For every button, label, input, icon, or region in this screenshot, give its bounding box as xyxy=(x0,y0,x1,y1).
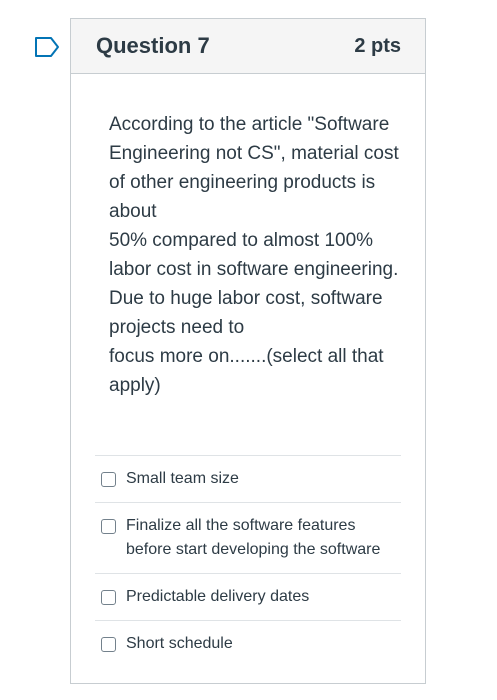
bookmark-flag-icon[interactable] xyxy=(34,36,60,58)
question-text-part-3: focus more on.......(select all that app… xyxy=(109,346,384,396)
question-text: According to the article "Software Engin… xyxy=(71,74,425,400)
checkbox-icon[interactable] xyxy=(101,472,116,487)
answer-label: Predictable delivery dates xyxy=(126,588,310,605)
question-text-part-2: 50% compared to almost 100% labor cost i… xyxy=(109,230,399,338)
checkbox-icon[interactable] xyxy=(101,519,116,534)
answer-option-finalize-features[interactable]: Finalize all the software features befor… xyxy=(95,503,401,574)
quiz-page: Question 7 2 pts According to the articl… xyxy=(0,0,497,700)
answer-option-short-schedule[interactable]: Short schedule xyxy=(95,621,401,667)
question-text-part-1: According to the article "Software Engin… xyxy=(109,114,399,222)
question-header: Question 7 2 pts xyxy=(71,19,425,74)
answer-option-small-team-size[interactable]: Small team size xyxy=(95,456,401,503)
question-title: Question 7 xyxy=(96,33,210,58)
answer-label: Short schedule xyxy=(126,635,233,652)
answer-label: Finalize all the software features befor… xyxy=(126,517,381,558)
question-card: Question 7 2 pts According to the articl… xyxy=(70,18,426,684)
answer-option-predictable-delivery[interactable]: Predictable delivery dates xyxy=(95,574,401,621)
answer-list: Small team size Finalize all the softwar… xyxy=(95,455,401,667)
question-points: 2 pts xyxy=(354,34,401,57)
checkbox-icon[interactable] xyxy=(101,637,116,652)
checkbox-icon[interactable] xyxy=(101,590,116,605)
answer-label: Small team size xyxy=(126,470,239,487)
